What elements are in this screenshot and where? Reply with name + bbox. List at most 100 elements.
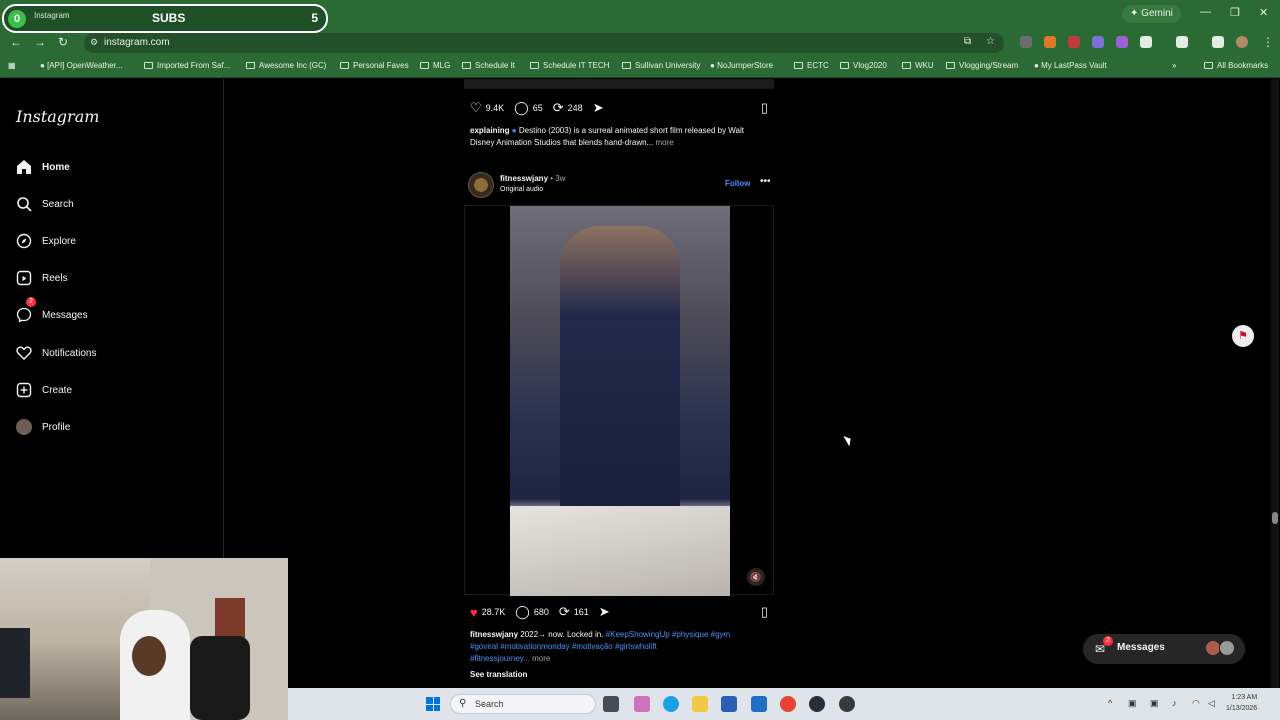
save-icon[interactable]: ▯ (761, 604, 768, 620)
install-icon[interactable]: ⧉ (964, 36, 971, 47)
caption-username[interactable]: explaining (470, 126, 510, 135)
close-icon[interactable]: ✕ (1259, 6, 1268, 19)
wifi-icon[interactable]: ◠ (1192, 698, 1200, 709)
taskbar-clock[interactable]: 1:23 AM 1/13/2026 (1226, 692, 1257, 714)
bookmark-folder[interactable]: Schedule IT TECH (530, 61, 609, 70)
post-media[interactable]: 🔇 (464, 205, 774, 596)
store-icon[interactable] (721, 696, 737, 712)
taskbar-search[interactable]: ⚲ Search (450, 694, 596, 714)
app-icon[interactable] (809, 696, 825, 712)
profile-avatar[interactable] (1236, 36, 1248, 48)
tray-icon[interactable]: ▣ (1150, 698, 1159, 709)
nav-explore[interactable]: Explore (16, 229, 76, 253)
nav-search[interactable]: Search (16, 192, 74, 216)
nav-create[interactable]: Create (16, 378, 72, 402)
task-view-icon[interactable] (603, 696, 619, 712)
caption-hashtags[interactable]: #goviral #motivationmonday #motivação #g… (470, 642, 657, 651)
menu-list-icon[interactable] (1212, 36, 1224, 48)
page-scrollbar[interactable] (1271, 79, 1279, 688)
caption-more-link[interactable]: more (655, 138, 673, 147)
instagram-logo[interactable]: Instagram (16, 107, 99, 126)
bookmark-folder[interactable]: Awesome Inc (GC) (246, 61, 326, 70)
volume-icon[interactable]: ◁ (1208, 698, 1215, 709)
bookmark-folder[interactable]: Sullivan University (622, 61, 700, 70)
bookmark-folder[interactable]: MLG (420, 61, 450, 70)
apps-grid-icon[interactable]: ▦ (8, 61, 16, 70)
caption-username[interactable]: fitnesswjany (470, 630, 518, 639)
extension-icon[interactable] (1044, 36, 1056, 48)
caption-hashtags[interactable]: #fitnessjourney... (470, 654, 530, 663)
share-icon[interactable]: ➤ (593, 100, 604, 116)
bookmark-item[interactable]: ● My LastPass Vault (1034, 61, 1107, 70)
post-actions: ♥ 28.7K ◯ 680 ⟳ 161 ➤ (470, 604, 614, 620)
clock-date: 1/13/2026 (1226, 705, 1258, 712)
bookmark-folder[interactable]: ECTC (794, 61, 829, 70)
tray-icon[interactable]: ▣ (1128, 698, 1137, 709)
nav-reels[interactable]: Reels (16, 266, 68, 290)
star-icon[interactable]: ☆ (986, 36, 995, 47)
repost-icon[interactable]: ⟳ (559, 604, 570, 620)
caption-more-link[interactable]: more (532, 654, 550, 663)
comment-icon[interactable]: ◯ (514, 100, 529, 116)
obs-icon[interactable] (839, 696, 855, 712)
bookmark-folder[interactable]: Vlog2020 (840, 61, 887, 70)
like-count: 9.4K (485, 103, 505, 113)
bookmark-folder[interactable]: Schedule It (462, 61, 515, 70)
extensions-puzzle-icon[interactable] (1140, 36, 1152, 48)
comment-icon[interactable]: ◯ (515, 604, 530, 620)
repost-icon[interactable]: ⟳ (553, 100, 564, 116)
minimize-icon[interactable]: — (1200, 6, 1211, 18)
post-username[interactable]: fitnesswjany (500, 174, 548, 183)
bookmarks-overflow-icon[interactable]: » (1172, 61, 1176, 70)
tray-overflow-icon[interactable]: ^ (1108, 698, 1112, 708)
bookmark-folder[interactable]: Personal Faves (340, 61, 409, 70)
site-info-icon[interactable]: ⚙ (90, 37, 98, 48)
save-icon[interactable]: ▯ (761, 100, 768, 116)
all-bookmarks-folder[interactable]: All Bookmarks (1204, 61, 1268, 70)
muted-speaker-icon[interactable]: 🔇 (747, 568, 765, 586)
chrome-icon[interactable] (780, 696, 796, 712)
extension-icon[interactable] (1068, 36, 1080, 48)
forward-icon[interactable]: → (34, 35, 46, 49)
bookmark-folder[interactable]: Imported From Saf... (144, 61, 230, 70)
browser-tab-title[interactable]: Instagram (34, 11, 70, 20)
back-icon[interactable]: ← (10, 35, 22, 49)
like-icon[interactable]: ♡ (470, 100, 482, 116)
windows-start-icon[interactable] (426, 697, 440, 711)
bookmark-folder[interactable]: WKU (902, 61, 934, 70)
caption-hashtags[interactable]: #KeepShowingUp #physique #gym (606, 630, 731, 639)
mail-icon[interactable] (751, 696, 767, 712)
liked-heart-icon[interactable]: ♥ (470, 605, 478, 620)
bookmark-item[interactable]: ● [API] OpenWeather... (40, 61, 123, 70)
post-avatar[interactable] (468, 172, 494, 198)
post-audio[interactable]: Original audio (500, 186, 543, 193)
microphone-icon[interactable]: ♪ (1172, 698, 1177, 708)
copilot-icon[interactable] (634, 696, 650, 712)
share-icon[interactable]: ➤ (599, 604, 610, 620)
scrollbar-thumb[interactable] (1272, 512, 1278, 524)
bookmark-item[interactable]: ● NoJumperStore (710, 61, 773, 70)
address-bar[interactable]: ⚙ instagram.com ⧉ ☆ (84, 33, 1004, 53)
messages-pill[interactable]: ✉ 2 Messages (1083, 634, 1245, 664)
bookmark-folder[interactable]: Vlogging/Stream (946, 61, 1018, 70)
nav-profile[interactable]: Profile (16, 415, 70, 439)
extension-icon[interactable] (1116, 36, 1128, 48)
kebab-menu-icon[interactable]: ⋮ (1262, 35, 1274, 49)
see-translation-link[interactable]: See translation (470, 669, 770, 681)
nav-messages[interactable]: 2 Messages (16, 297, 88, 327)
messages-pill-badge: 2 (1103, 636, 1113, 646)
extension-icon[interactable] (1092, 36, 1104, 48)
nav-notifications[interactable]: Notifications (16, 341, 96, 365)
nav-home[interactable]: Home (16, 155, 70, 179)
edge-icon[interactable] (663, 696, 679, 712)
maximize-icon[interactable]: ❐ (1230, 6, 1240, 19)
extension-icon[interactable] (1020, 36, 1032, 48)
reload-icon[interactable]: ↻ (58, 35, 68, 49)
follow-button[interactable]: Follow (725, 179, 750, 188)
post-video[interactable] (510, 206, 730, 596)
pdf-extension-icon[interactable]: ⚑ (1232, 325, 1254, 347)
file-explorer-icon[interactable] (692, 696, 708, 712)
gemini-button[interactable]: ✦ Gemini (1122, 5, 1181, 23)
more-options-icon[interactable]: ••• (760, 176, 771, 187)
sidepanel-icon[interactable] (1176, 36, 1188, 48)
